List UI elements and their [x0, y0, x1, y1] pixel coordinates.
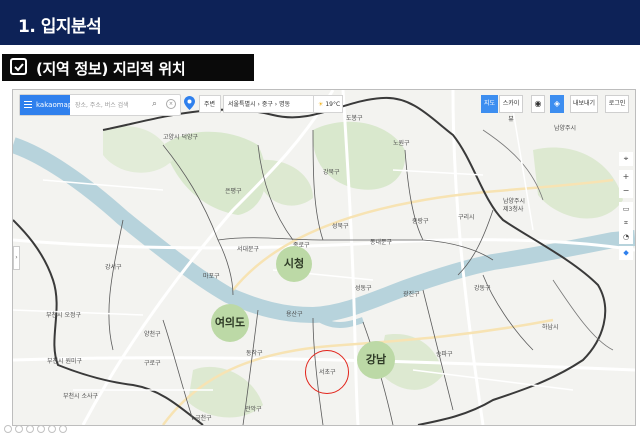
district-label: 하남시 [542, 324, 559, 331]
login-button[interactable]: 로그인 [605, 95, 629, 113]
district-label: 서대문구 [237, 246, 260, 253]
district-label: 양천구 [144, 331, 161, 338]
section-title: (지역 정보) 지리적 위치 [36, 60, 186, 78]
district-label: 구로구 [144, 360, 161, 367]
district-label: 부천시 소사구 [63, 393, 99, 400]
weather-chip: ☀ 19°C [313, 95, 343, 113]
kakao-map[interactable]: kakaomap 장소, 주소, 버스 검색 ⌕ × 주변 서울특별시 › 중구… [12, 89, 636, 426]
district-label: 중랑구 [412, 218, 429, 225]
gangnam-marker[interactable]: 강남 [357, 341, 395, 379]
current-location-icon[interactable]: ⌖ [619, 152, 633, 166]
district-label: 남양주시 제3청사 [503, 198, 526, 213]
tool-icon[interactable] [4, 425, 12, 433]
tool-icon[interactable] [37, 425, 45, 433]
kakaomap-logo: kakaomap [20, 95, 72, 115]
sun-icon: ☀ [318, 101, 324, 108]
district-label: 관악구 [245, 406, 262, 413]
search-input[interactable]: 장소, 주소, 버스 검색 [75, 100, 129, 109]
district-label: 광진구 [403, 291, 420, 298]
layers-icon[interactable]: ◈ [550, 95, 564, 113]
district-label: 마포구 [203, 273, 220, 280]
district-label: 강서구 [105, 264, 122, 271]
clear-icon[interactable]: × [166, 99, 176, 109]
panel-toggle-button[interactable]: › [13, 246, 20, 270]
district-label: 노원구 [393, 140, 410, 147]
district-label: 강북구 [323, 169, 340, 176]
page-title: 1. 입지분석 [18, 17, 102, 37]
district-label: 남양주시 [554, 125, 577, 132]
zoom-in-button[interactable]: + [619, 170, 633, 184]
export-button[interactable]: 내보내기 [570, 95, 598, 113]
section-heading: (지역 정보) 지리적 위치 [2, 54, 254, 81]
radius-icon[interactable]: ◔ [619, 230, 633, 244]
district-label: 은평구 [225, 188, 242, 195]
search-bar[interactable]: kakaomap 장소, 주소, 버스 검색 ⌕ × [19, 94, 181, 116]
district-label: 금천구 [195, 415, 212, 422]
region-breadcrumb[interactable]: 서울특별시 › 중구 › 명동 [223, 95, 317, 113]
zoom-out-button[interactable]: − [619, 184, 633, 198]
marker-icon[interactable]: ⬥ [619, 246, 633, 260]
seocho-highlight-circle [305, 350, 349, 394]
tool-icon[interactable] [26, 425, 34, 433]
ruler-icon[interactable]: ▭ [619, 202, 633, 216]
header-bar: 1. 입지분석 [0, 0, 640, 45]
slide-toolbar [4, 425, 114, 433]
district-label: 동대문구 [370, 239, 393, 246]
yeouido-marker[interactable]: 여의도 [211, 304, 249, 342]
district-label: 성동구 [355, 285, 372, 292]
area-icon[interactable]: ⌗ [619, 216, 633, 230]
map-view-button[interactable]: 지도 [481, 95, 498, 113]
tool-icon[interactable] [48, 425, 56, 433]
checkbox-icon [10, 58, 27, 75]
skyview-button[interactable]: 스카이뷰 [499, 95, 523, 123]
district-label: 송파구 [436, 351, 453, 358]
city-hall-marker[interactable]: 시청 [276, 246, 312, 282]
district-label: 용산구 [286, 311, 303, 318]
roadview-icon[interactable]: ◉ [531, 95, 545, 113]
district-label: 성북구 [332, 223, 349, 230]
district-label: 도봉구 [346, 115, 363, 122]
search-icon[interactable]: ⌕ [152, 99, 157, 109]
district-label: 고양시 덕양구 [163, 134, 199, 141]
location-pin-icon[interactable] [184, 96, 195, 110]
tool-icon[interactable] [15, 425, 23, 433]
district-label: 동작구 [246, 350, 263, 357]
district-label: 구리시 [458, 214, 475, 221]
district-label: 부천시 원미구 [47, 358, 83, 365]
tool-icon[interactable] [59, 425, 67, 433]
menu-icon[interactable] [24, 101, 32, 109]
district-label: 부천시 오정구 [46, 312, 82, 319]
district-label: 강동구 [474, 285, 491, 292]
around-chip[interactable]: 주변 [199, 95, 221, 113]
